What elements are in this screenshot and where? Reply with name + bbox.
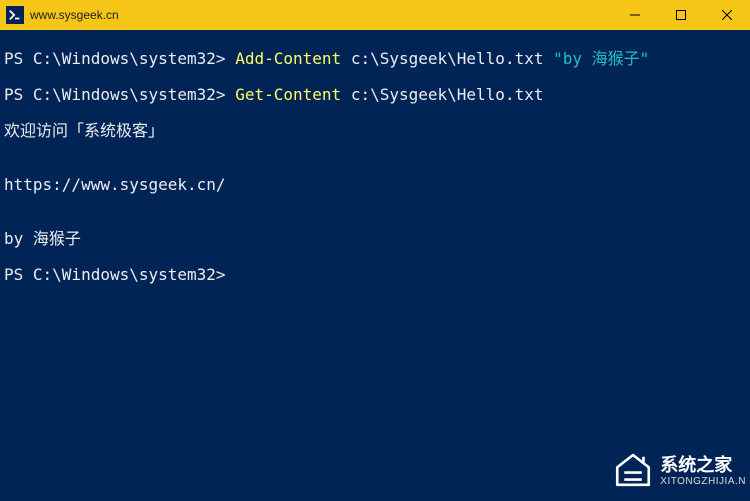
prompt: PS C:\Windows\system32> (4, 85, 226, 104)
output-line: https://www.sysgeek.cn/ (4, 176, 746, 194)
watermark-text: 系统之家 XITONGZHIJIA.N (660, 456, 746, 487)
terminal-output[interactable]: PS C:\Windows\system32> Add-Content c:\S… (0, 30, 750, 304)
window-titlebar: www.sysgeek.cn (0, 0, 750, 30)
window-title: www.sysgeek.cn (30, 8, 612, 22)
minimize-button[interactable] (612, 0, 658, 30)
output-line: by 海猴子 (4, 230, 746, 248)
string-literal: "by 海猴子" (553, 49, 649, 68)
window-controls (612, 0, 750, 30)
powershell-icon (6, 6, 24, 24)
watermark-title: 系统之家 (660, 456, 746, 476)
cmdlet: Get-Content (235, 85, 341, 104)
close-button[interactable] (704, 0, 750, 30)
cmdlet: Add-Content (235, 49, 341, 68)
watermark-subtitle: XITONGZHIJIA.N (660, 476, 746, 487)
watermark-logo-icon (612, 448, 654, 495)
maximize-button[interactable] (658, 0, 704, 30)
argument: c:\Sysgeek\Hello.txt (351, 49, 544, 68)
output-line: 欢迎访问「系统极客」 (4, 122, 746, 140)
argument: c:\Sysgeek\Hello.txt (351, 85, 544, 104)
watermark: 系统之家 XITONGZHIJIA.N (612, 448, 746, 495)
prompt: PS C:\Windows\system32> (4, 49, 226, 68)
prompt: PS C:\Windows\system32> (4, 265, 226, 284)
